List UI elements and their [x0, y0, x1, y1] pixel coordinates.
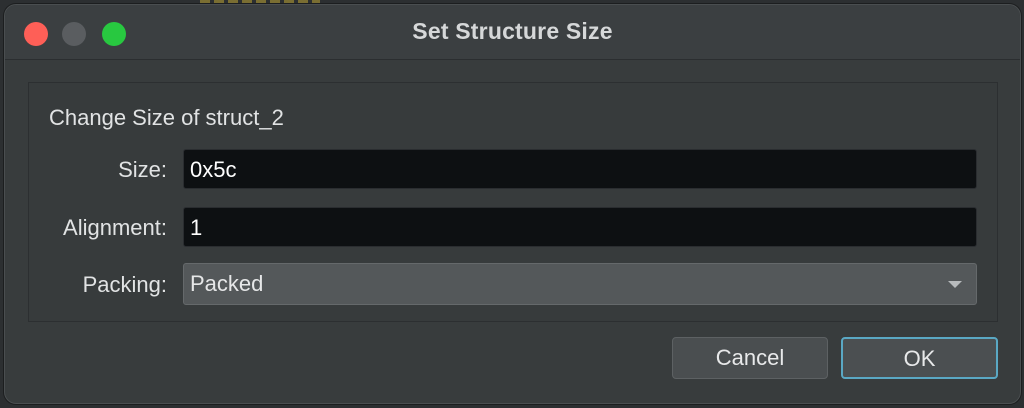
group-title: Change Size of struct_2 [49, 105, 284, 130]
packing-dropdown[interactable]: Packed [183, 263, 977, 305]
chevron-down-icon [948, 281, 962, 288]
cancel-button[interactable]: Cancel [672, 337, 828, 379]
size-label: Size: [118, 157, 167, 182]
alignment-field[interactable]: 1 [183, 207, 977, 247]
dialog-window: Set Structure Size Change Size of struct… [4, 4, 1021, 404]
size-group-box: Change Size of struct_2 Size: 0x5c Align… [28, 82, 998, 322]
packing-label: Packing: [82, 272, 167, 297]
size-field[interactable]: 0x5c [183, 149, 977, 189]
dialog-title: Set Structure Size [412, 18, 613, 44]
alignment-label: Alignment: [63, 215, 167, 240]
title-bar: Set Structure Size [5, 5, 1020, 60]
packing-selected-value: Packed [190, 271, 264, 296]
ok-button[interactable]: OK [841, 337, 998, 379]
